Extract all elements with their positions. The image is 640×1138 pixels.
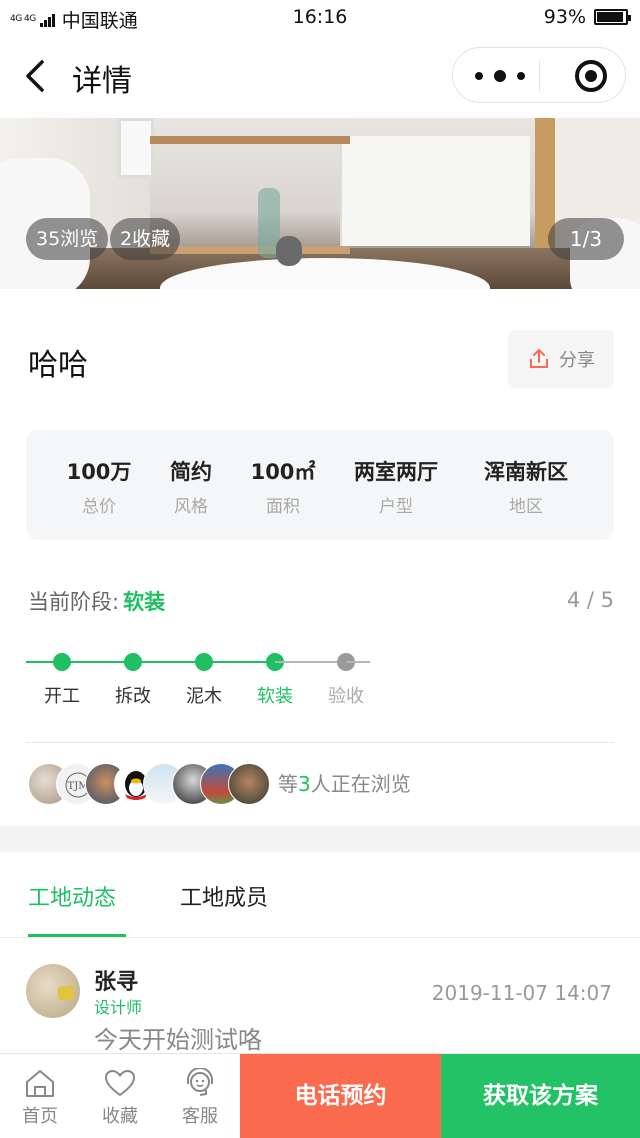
page-title: 详情 bbox=[72, 64, 132, 99]
home-icon bbox=[26, 1070, 54, 1097]
info-style: 简约 风格 bbox=[156, 456, 226, 517]
project-title: 哈哈 bbox=[28, 348, 88, 383]
info-value: 100㎡ bbox=[250, 460, 316, 484]
target-icon[interactable] bbox=[575, 60, 607, 92]
timeline-step-label: 软装 bbox=[257, 686, 293, 707]
status-bar: 4G 4G 中国联通 16:16 93% bbox=[0, 0, 640, 34]
bottom-home-button[interactable]: 首页 bbox=[10, 1068, 70, 1128]
info-value: 简约 bbox=[170, 460, 212, 484]
timeline-step-label: 开工 bbox=[44, 686, 80, 707]
stage-progress: 4 / 5 bbox=[566, 588, 614, 612]
timeline-segment bbox=[346, 661, 370, 663]
status-right: 93% bbox=[543, 6, 631, 28]
battery-percent: 93% bbox=[543, 6, 586, 28]
stage-label: 当前阶段: 软装 bbox=[28, 586, 165, 616]
headset-icon bbox=[187, 1068, 213, 1096]
divider bbox=[26, 742, 614, 743]
feed-content: 今天开始测试咯 bbox=[94, 1026, 262, 1054]
avatar bbox=[228, 763, 270, 805]
info-label: 总价 bbox=[82, 497, 116, 517]
info-district: 浑南新区 地区 bbox=[474, 456, 578, 517]
battery-icon bbox=[594, 9, 631, 25]
feed-timestamp: 2019-11-07 14:07 bbox=[431, 981, 612, 1005]
timeline-segment bbox=[275, 661, 346, 663]
timeline-segment bbox=[133, 661, 204, 663]
capsule-divider bbox=[539, 60, 540, 92]
feed-author-role: 设计师 bbox=[94, 998, 143, 1017]
info-label: 面积 bbox=[266, 497, 300, 517]
info-card: 100万 总价 简约 风格 100㎡ 面积 两室两厅 户型 浑南新区 地区 bbox=[26, 430, 614, 540]
hero-image[interactable]: 35浏览 2收藏 1/3 bbox=[0, 118, 640, 289]
timeline-step-label: 验收 bbox=[328, 686, 364, 707]
miniprogram-capsule bbox=[452, 47, 626, 103]
info-label: 风格 bbox=[174, 497, 208, 517]
viewers-prefix: 等 bbox=[278, 772, 298, 796]
image-pager: 1/3 bbox=[548, 218, 624, 260]
bottom-bar: 首页 收藏 客服 电话预约 获取该方案 bbox=[0, 1053, 640, 1138]
info-price: 100万 总价 bbox=[58, 456, 140, 517]
info-value: 两室两厅 bbox=[354, 460, 438, 484]
timeline-segment bbox=[62, 661, 133, 663]
get-plan-button[interactable]: 获取该方案 bbox=[441, 1054, 640, 1138]
feed-author-name: 张寻 bbox=[94, 970, 139, 995]
timeline-segment bbox=[204, 661, 275, 663]
viewers-count-text: 等3人正在浏览 bbox=[278, 768, 411, 797]
tab-site-members[interactable]: 工地成员 bbox=[180, 880, 268, 912]
stage-timeline bbox=[26, 652, 386, 672]
favorites-badge: 2收藏 bbox=[110, 218, 181, 260]
viewers-suffix: 人正在浏览 bbox=[310, 772, 411, 796]
divider bbox=[0, 937, 640, 938]
views-badge: 35浏览 bbox=[26, 218, 109, 260]
chevron-left-icon[interactable] bbox=[20, 56, 50, 96]
info-layout: 两室两厅 户型 bbox=[344, 456, 448, 517]
bottom-service-button[interactable]: 客服 bbox=[170, 1068, 230, 1128]
avatar[interactable] bbox=[26, 964, 80, 1018]
service-label: 客服 bbox=[182, 1106, 218, 1127]
info-label: 地区 bbox=[509, 497, 543, 517]
home-label: 首页 bbox=[22, 1106, 58, 1127]
bottom-favorite-button[interactable]: 收藏 bbox=[90, 1068, 150, 1128]
info-area: 100㎡ 面积 bbox=[238, 456, 328, 517]
more-dots-icon[interactable] bbox=[475, 66, 525, 86]
heart-icon bbox=[105, 1070, 135, 1096]
stage-current: 软装 bbox=[123, 590, 166, 614]
timeline-step-label: 泥木 bbox=[186, 686, 222, 707]
stage-label-text: 当前阶段: bbox=[28, 590, 120, 614]
phone-appointment-button[interactable]: 电话预约 bbox=[240, 1054, 441, 1138]
info-label: 户型 bbox=[379, 497, 413, 517]
timeline-step-label: 拆改 bbox=[115, 686, 151, 707]
share-label: 分享 bbox=[559, 350, 595, 371]
tab-site-updates[interactable]: 工地动态 bbox=[28, 880, 116, 912]
info-value: 浑南新区 bbox=[484, 460, 568, 484]
viewers-count: 3 bbox=[298, 772, 311, 796]
share-icon bbox=[530, 349, 548, 368]
info-value: 100万 bbox=[66, 460, 132, 484]
share-button[interactable]: 分享 bbox=[508, 330, 614, 388]
nav-bar: 详情 bbox=[0, 34, 640, 118]
section-gap bbox=[0, 826, 640, 852]
favorite-label: 收藏 bbox=[102, 1106, 138, 1127]
